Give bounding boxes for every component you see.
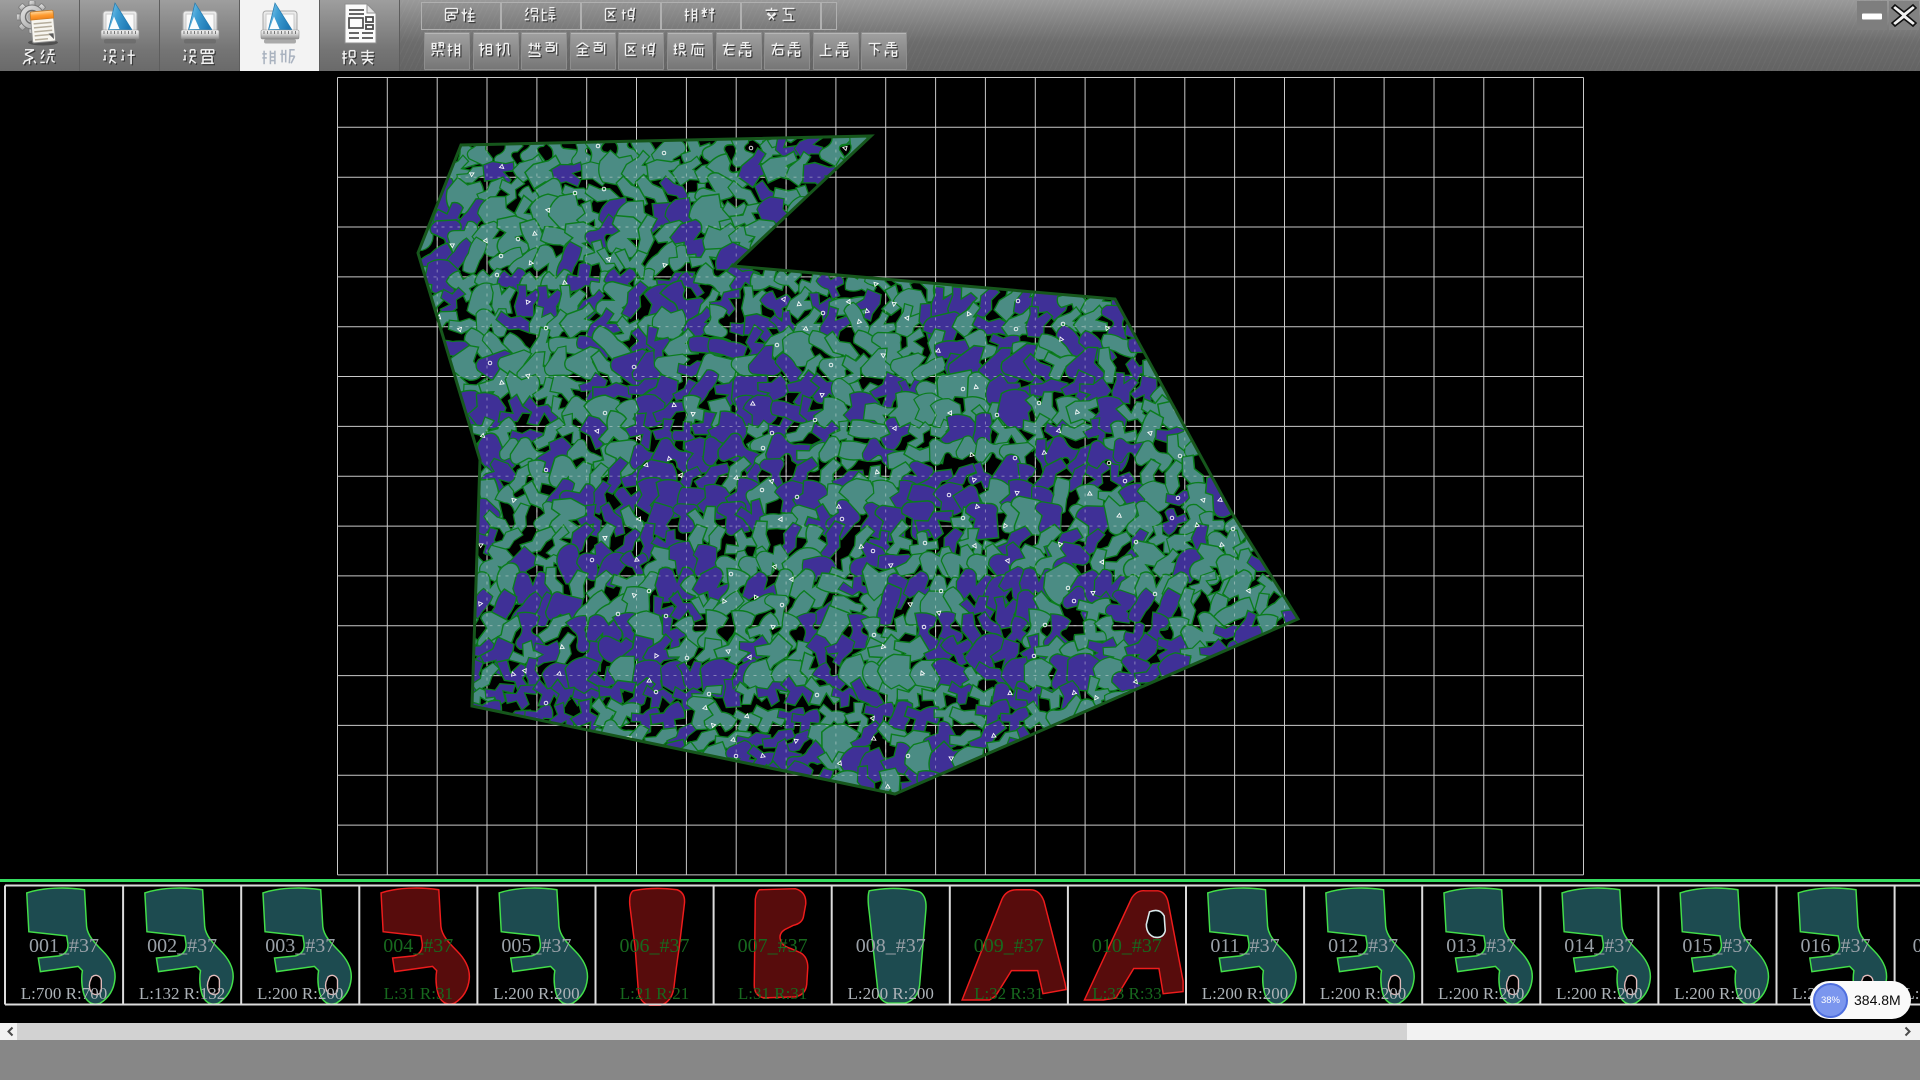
svg-text:L:200 R:200: L:200 R:200	[1438, 984, 1524, 1003]
svg-text:L:32 R:31: L:32 R:31	[974, 984, 1043, 1003]
svg-text:L:200 R:200: L:200 R:200	[847, 984, 933, 1003]
svg-text:010_#37: 010_#37	[1092, 935, 1162, 957]
svg-text:009_#37: 009_#37	[974, 935, 1044, 957]
svg-text:L:200 R:200: L:200 R:200	[1674, 984, 1760, 1003]
svg-text:L:21 R:21: L:21 R:21	[620, 984, 689, 1003]
svg-text:013_#37: 013_#37	[1446, 935, 1516, 957]
svg-text:008_#37: 008_#37	[856, 935, 926, 957]
svg-text:L:200 R:200: L:200 R:200	[1202, 984, 1288, 1003]
svg-text:L:200 R:200: L:200 R:200	[257, 984, 343, 1003]
svg-text:012_#37: 012_#37	[1328, 935, 1398, 957]
svg-text:L:200 R:200: L:200 R:200	[1556, 984, 1642, 1003]
svg-text:014_#37: 014_#37	[1564, 935, 1634, 957]
svg-text:001_#37: 001_#37	[29, 935, 99, 957]
svg-text:011_#37: 011_#37	[1210, 935, 1279, 957]
svg-text:003_#37: 003_#37	[265, 935, 335, 957]
svg-text:004_#37: 004_#37	[383, 935, 453, 957]
svg-text:L:31 R:31: L:31 R:31	[384, 984, 453, 1003]
svg-text:L:31 R:31: L:31 R:31	[738, 984, 807, 1003]
svg-text:L:200 R:200: L:200 R:200	[1320, 984, 1406, 1003]
svg-text:015_#37: 015_#37	[1682, 935, 1752, 957]
svg-text:016_#37: 016_#37	[1801, 935, 1871, 957]
svg-text:L:33 R:33: L:33 R:33	[1092, 984, 1161, 1003]
svg-text:007_#37: 007_#37	[738, 935, 808, 957]
svg-text:002_#37: 002_#37	[147, 935, 217, 957]
svg-text:017_#37: 017_#37	[1913, 935, 1920, 957]
svg-text:006_#37: 006_#37	[620, 935, 690, 957]
svg-text:L:200 R:200: L:200 R:200	[493, 984, 579, 1003]
svg-text:005_#37: 005_#37	[501, 935, 571, 957]
svg-text:L:132 R:132: L:132 R:132	[139, 984, 225, 1003]
svg-text:L:700 R:700: L:700 R:700	[21, 984, 107, 1003]
